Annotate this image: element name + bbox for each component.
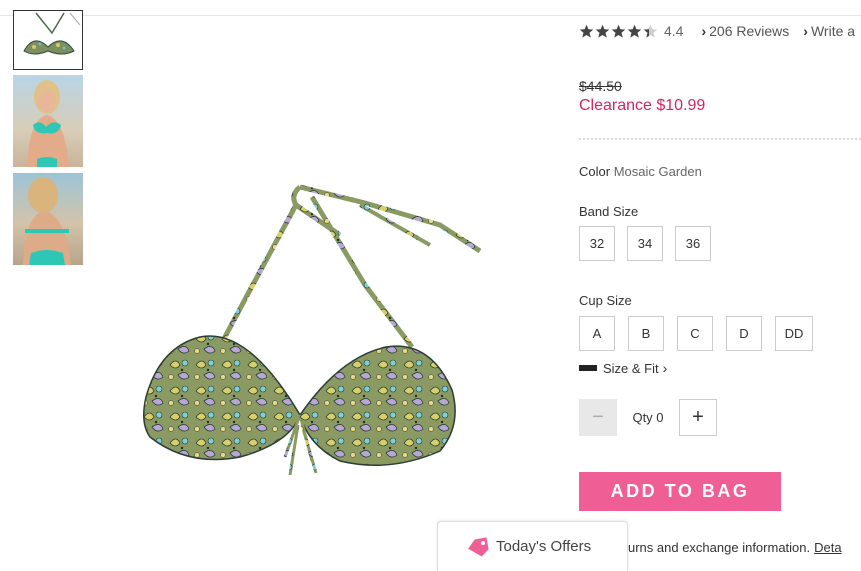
reviews-link[interactable]: › 206 Reviews (701, 23, 789, 39)
tag-icon (468, 536, 489, 557)
thumbnail-model-back[interactable] (13, 173, 83, 265)
write-review-link[interactable]: › Write a (803, 23, 855, 39)
qty-value: Qty 0 (632, 410, 664, 425)
size-fit-label: Size & Fit (603, 360, 659, 376)
cup-size-option[interactable]: DD (775, 316, 813, 351)
rating-row: 4.4 › 206 Reviews › Write a (579, 22, 855, 40)
top-bar (0, 0, 861, 16)
star-icon (595, 24, 610, 37)
color-label: Color (579, 164, 611, 179)
chevron-right-icon: › (701, 23, 707, 39)
band-size-option[interactable]: 32 (579, 226, 615, 261)
cup-size-option[interactable]: B (628, 316, 664, 351)
cup-size-option[interactable]: D (726, 316, 762, 351)
star-rating (579, 24, 658, 39)
cup-size-option[interactable]: A (579, 316, 615, 351)
star-icon (579, 24, 594, 37)
color-line: Color Mosaic Garden (579, 164, 702, 179)
band-size-label: Band Size (579, 204, 639, 219)
band-size-option[interactable]: 34 (627, 226, 663, 261)
thumbnail-product[interactable] (13, 10, 83, 70)
returns-text: urns and exchange information. (628, 540, 811, 555)
write-review-label: Write a (810, 23, 856, 39)
quantity-stepper: − Qty 0 + (579, 399, 717, 436)
todays-offers-tab[interactable]: Today's Offers (437, 521, 628, 571)
original-price: $44.50 (579, 78, 622, 94)
sale-price: Clearance $10.99 (579, 97, 706, 114)
rating-value: 4.4 (664, 23, 684, 39)
ruler-icon (579, 365, 597, 371)
todays-offers-label: Today's Offers (496, 538, 592, 555)
reviews-label: 206 Reviews (709, 23, 790, 39)
cup-size-options: A B C D DD (579, 316, 813, 351)
cup-size-option[interactable]: C (677, 316, 713, 351)
add-to-bag-button[interactable]: ADD TO BAG (579, 472, 781, 511)
star-icon (611, 24, 626, 37)
qty-decrease-button[interactable]: − (579, 399, 617, 436)
star-icon (643, 24, 658, 37)
thumbnail-model-front[interactable] (13, 75, 83, 167)
cup-size-label: Cup Size (579, 293, 632, 308)
chevron-right-icon: › (803, 23, 808, 39)
band-size-options: 32 34 36 (579, 226, 711, 261)
product-image (140, 175, 490, 485)
returns-info: urns and exchange information. Deta (628, 540, 842, 555)
qty-increase-button[interactable]: + (679, 399, 717, 436)
details-link[interactable]: Deta (814, 540, 841, 555)
divider (579, 138, 861, 140)
size-fit-link[interactable]: Size & Fit › (579, 360, 670, 376)
chevron-right-icon: › (662, 360, 668, 376)
color-value: Mosaic Garden (613, 164, 702, 179)
band-size-option[interactable]: 36 (675, 226, 711, 261)
star-icon (627, 24, 642, 37)
